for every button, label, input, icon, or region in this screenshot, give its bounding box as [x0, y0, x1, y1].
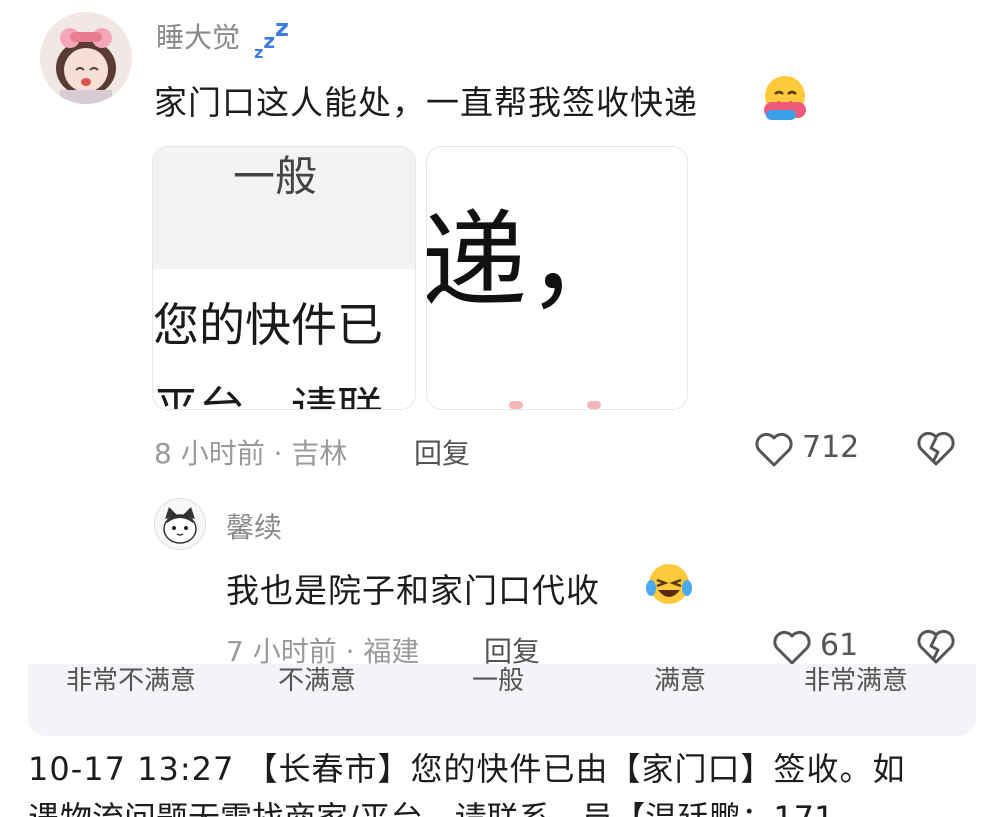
- avatar[interactable]: [40, 12, 132, 104]
- image-text-big: 递，: [426, 200, 633, 323]
- rating-option-neutral[interactable]: 一般: [472, 664, 524, 697]
- rating-option-very-unsatisfied[interactable]: 非常不满意: [66, 664, 196, 697]
- image-text-mid: 您的快件已: [153, 298, 383, 352]
- comment-username[interactable]: 睡大觉: [156, 16, 240, 56]
- rating-strip: 非常不满意 不满意 一般 满意 非常满意: [28, 664, 976, 736]
- comment-time-location: 8 小时前 · 吉林: [154, 437, 348, 470]
- delivery-notice-line2: 遇物流问题无需找商家/平台，请联系...员【温廷鹏：171: [28, 793, 988, 817]
- reply-username[interactable]: 馨续: [226, 506, 282, 546]
- rating-option-unsatisfied[interactable]: 不满意: [278, 664, 356, 697]
- dislike-button[interactable]: [916, 430, 956, 470]
- reply-like-count: 61: [820, 628, 859, 663]
- like-button[interactable]: 712: [754, 430, 864, 470]
- hugging-face-emoji-icon: [760, 72, 810, 122]
- rating-option-very-satisfied[interactable]: 非常满意: [804, 664, 908, 697]
- rating-option-satisfied[interactable]: 满意: [654, 664, 706, 697]
- heart-outline-icon: [773, 630, 811, 665]
- zzz-icon: zzz: [254, 14, 289, 62]
- like-count: 712: [802, 430, 860, 465]
- broken-heart-icon: [917, 629, 955, 664]
- delivery-notice-line1: 10-17 13:27 【长春市】您的快件已由【家门口】签收。如: [28, 750, 906, 788]
- comment-image-1[interactable]: 一般 您的快件已 平台，请联: [152, 146, 416, 410]
- cat-avatar-image: [155, 499, 205, 549]
- heart-outline-icon: [755, 432, 793, 467]
- broken-heart-icon: [917, 431, 955, 466]
- reply-text: 我也是院子和家门口代收: [226, 571, 600, 610]
- comment-text: 家门口这人能处，一直帮我签收快递: [154, 83, 698, 122]
- comment-image-2[interactable]: 递，: [426, 146, 688, 410]
- image-text-bottom: 平台，请联: [153, 382, 383, 410]
- laughing-crying-emoji-icon: [644, 560, 694, 608]
- reply-avatar[interactable]: [154, 498, 206, 550]
- image-text-top: 一般: [233, 152, 318, 201]
- comment-reply-button[interactable]: 回复: [414, 432, 470, 472]
- reply-dislike-button[interactable]: [916, 628, 956, 668]
- reply-like-button[interactable]: 61: [772, 628, 872, 668]
- avatar-image: [40, 12, 132, 104]
